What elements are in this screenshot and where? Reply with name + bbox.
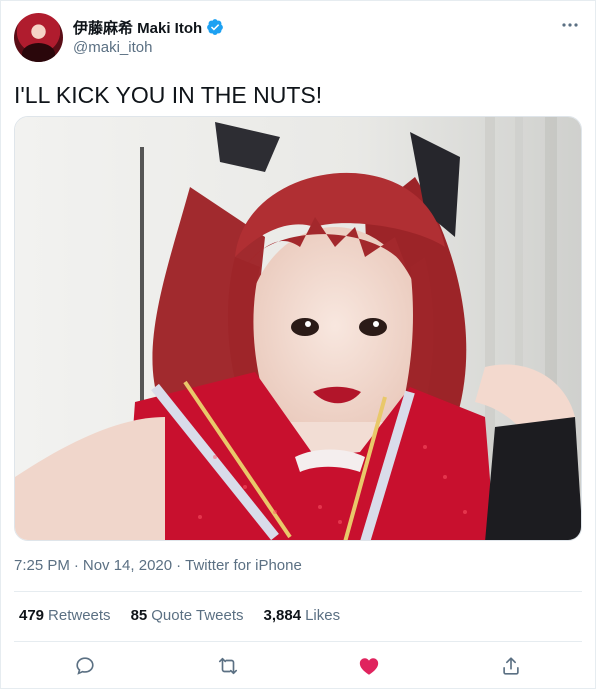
share-icon[interactable]: [498, 653, 524, 679]
display-name-row: 伊藤麻希 Maki Itoh: [73, 17, 224, 37]
tweet-card: 伊藤麻希 Maki Itoh @maki_itoh I'LL KICK YOU …: [0, 0, 596, 689]
tweet-photo[interactable]: [14, 116, 582, 541]
retweets-stat[interactable]: 479 Retweets: [19, 607, 111, 624]
verified-badge-icon: [206, 18, 224, 36]
divider: [14, 591, 582, 592]
likes-count: 3,884: [263, 607, 302, 624]
more-options-icon[interactable]: [560, 15, 580, 35]
likes-label: Likes: [305, 607, 341, 624]
tweet-actions: [14, 651, 582, 681]
quote-tweets-count: 85: [130, 607, 148, 624]
retweets-label: Retweets: [48, 607, 111, 624]
heart-icon[interactable]: [356, 653, 382, 679]
tweet-date[interactable]: Nov 14, 2020: [83, 557, 172, 574]
author-names: 伊藤麻希 Maki Itoh @maki_itoh: [73, 17, 224, 56]
tweet-stats: 479 Retweets 85 Quote Tweets 3,884 Likes: [19, 607, 340, 624]
display-name[interactable]: 伊藤麻希 Maki Itoh: [73, 17, 202, 38]
tweet-meta: 7:25 PM · Nov 14, 2020 · Twitter for iPh…: [14, 557, 302, 574]
tweet-source[interactable]: Twitter for iPhone: [185, 557, 302, 574]
divider: [14, 641, 582, 642]
retweet-icon[interactable]: [215, 653, 241, 679]
tweet-text: I'LL KICK YOU IN THE NUTS!: [14, 82, 323, 108]
reply-icon[interactable]: [72, 653, 98, 679]
quote-tweets-label: Quote Tweets: [151, 607, 244, 624]
tweet-time[interactable]: 7:25 PM: [14, 557, 70, 574]
author-handle[interactable]: @maki_itoh: [73, 39, 224, 56]
tweet-header: 伊藤麻希 Maki Itoh @maki_itoh: [14, 13, 584, 63]
meta-separator: ·: [73, 557, 79, 574]
quote-tweets-stat[interactable]: 85 Quote Tweets: [131, 607, 244, 624]
meta-separator: ·: [176, 557, 182, 574]
retweets-count: 479: [19, 607, 45, 624]
avatar[interactable]: [14, 13, 63, 62]
photo-image: [15, 117, 581, 540]
likes-stat[interactable]: 3,884 Likes: [264, 607, 341, 624]
